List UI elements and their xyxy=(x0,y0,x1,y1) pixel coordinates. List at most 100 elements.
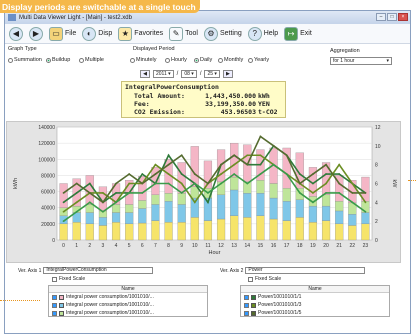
radio-yearly[interactable]: Yearly xyxy=(248,57,269,63)
line-point xyxy=(312,192,314,194)
line-point xyxy=(62,192,65,194)
list-item-label: Integral power consumption/1001010/... xyxy=(66,310,154,316)
bar-segment xyxy=(230,142,239,178)
x-tick-label: 9 xyxy=(180,243,183,249)
list-item[interactable]: Power/1001010/1/5 xyxy=(241,309,389,317)
line-point xyxy=(246,154,249,157)
line-point xyxy=(167,173,170,175)
radio-buildup[interactable]: Buildup xyxy=(46,57,70,63)
list-item[interactable]: Integral power consumption/1001010/... xyxy=(49,293,207,301)
line-point xyxy=(259,154,262,157)
x-tick-label: 18 xyxy=(297,243,303,249)
x-tick-label: 22 xyxy=(350,243,356,249)
x-tick-label: 4 xyxy=(115,243,118,249)
bar-segment xyxy=(216,218,226,241)
bar-segment xyxy=(138,222,147,241)
checkbox[interactable] xyxy=(244,302,249,308)
line-point xyxy=(102,192,104,194)
bar-segment xyxy=(230,176,239,191)
file-button[interactable]: ▭ File xyxy=(47,26,78,42)
help-button[interactable]: ? Help xyxy=(246,26,280,42)
checkbox[interactable] xyxy=(52,310,57,316)
x-tick-label: 3 xyxy=(102,243,105,249)
month-select[interactable]: 08 ▾ xyxy=(181,70,197,78)
summary-key: CO2 Emission: xyxy=(134,108,185,116)
x-tick-label: 23 xyxy=(363,243,369,249)
y2-tick-label: 0 xyxy=(375,238,378,244)
line-point xyxy=(154,163,157,166)
maximize-button[interactable]: □ xyxy=(387,13,397,21)
line-point xyxy=(338,182,341,185)
list-item-label: Integral power consumption/1001010/... xyxy=(66,302,154,308)
radio-multiple[interactable]: Multiple xyxy=(79,57,104,63)
back-button[interactable]: ◀ xyxy=(7,26,25,42)
checkbox[interactable] xyxy=(248,276,253,282)
checkbox[interactable] xyxy=(244,294,249,300)
disp-label: Disp xyxy=(98,30,113,37)
list-item[interactable]: Power/1001010/1/3 xyxy=(241,301,389,309)
color-swatch xyxy=(59,294,64,300)
line-point xyxy=(141,192,144,194)
back-arrow-icon: ◀ xyxy=(9,26,23,41)
list-item[interactable]: Integral power consumption/1001010/... xyxy=(49,301,207,309)
bar-segment xyxy=(85,223,94,241)
month-value: 08 xyxy=(184,71,190,77)
line-point xyxy=(246,182,249,185)
bar-segment xyxy=(282,220,291,241)
line-point xyxy=(285,154,288,157)
tool-button[interactable]: ✎ Tool xyxy=(167,26,200,42)
checkbox[interactable] xyxy=(52,294,57,300)
list-item[interactable]: Integral power consumption/1001010/... xyxy=(49,309,207,317)
forward-button[interactable]: ▶ xyxy=(27,26,45,42)
bar-segment xyxy=(98,217,108,226)
line-point xyxy=(167,163,170,166)
day-select[interactable]: 25 ▾ xyxy=(204,70,220,78)
list-item-label: Power/1001010/1/1 xyxy=(258,294,302,300)
help-icon: ? xyxy=(247,26,262,41)
exit-icon: ↦ xyxy=(284,26,299,41)
disp-button[interactable]: ◐ Disp xyxy=(80,26,114,42)
bar-segment xyxy=(216,194,226,220)
line-point xyxy=(338,163,341,166)
axis2-fixed-scale[interactable]: Fixed Scale xyxy=(248,276,281,282)
checkbox[interactable] xyxy=(52,276,57,282)
checkbox[interactable] xyxy=(244,310,249,316)
axis2-value: Power xyxy=(248,267,263,273)
axis1-fixed-scale[interactable]: Fixed Scale xyxy=(52,276,85,282)
bar-segment xyxy=(321,220,331,241)
exit-button[interactable]: ↦ Exit xyxy=(282,26,314,42)
color-swatch xyxy=(251,302,256,308)
favorites-button[interactable]: ★ Favorites xyxy=(116,26,165,42)
year-select[interactable]: 2011 ▾ xyxy=(153,70,174,78)
prev-date-button[interactable]: ◀ xyxy=(140,70,150,78)
summary-row: CO2 Emission: 453.96503 t-CO2 xyxy=(122,108,285,116)
next-date-button[interactable]: ▶ xyxy=(222,70,233,78)
radio-hourly[interactable]: Hourly xyxy=(165,57,187,63)
axis1-select[interactable]: IntegralPowerConsumption xyxy=(43,267,154,274)
line-point xyxy=(325,182,327,185)
radio-minutely[interactable]: Minutely xyxy=(130,57,156,63)
aggregation-select[interactable]: for 1 hour ▾ xyxy=(330,57,392,65)
x-tick-label: 10 xyxy=(192,243,198,249)
close-button[interactable]: × xyxy=(398,13,408,21)
checkbox[interactable] xyxy=(52,302,57,308)
x-tick-label: 20 xyxy=(323,243,329,249)
list-header: Name xyxy=(49,286,207,293)
y-tick-label: 80000 xyxy=(41,173,55,179)
radio-monthly[interactable]: Monthly xyxy=(218,57,243,63)
line-point xyxy=(233,154,236,157)
minimize-button[interactable]: – xyxy=(376,13,386,21)
line-point xyxy=(272,144,275,147)
bar-segment xyxy=(164,193,173,202)
line-point xyxy=(364,201,367,204)
list-item[interactable]: Power/1001010/1/1 xyxy=(241,293,389,301)
axis2-select[interactable]: Power xyxy=(245,267,366,274)
line-point xyxy=(180,154,183,157)
setting-button[interactable]: ⚙ Setting xyxy=(202,26,244,42)
radio-daily[interactable]: Daily xyxy=(194,57,212,63)
radio-summation[interactable]: Summation xyxy=(8,57,42,63)
file-label: File xyxy=(65,30,77,37)
star-icon: ★ xyxy=(118,26,133,41)
bar-segment xyxy=(125,212,134,225)
y-tick-label: 60000 xyxy=(41,190,55,196)
